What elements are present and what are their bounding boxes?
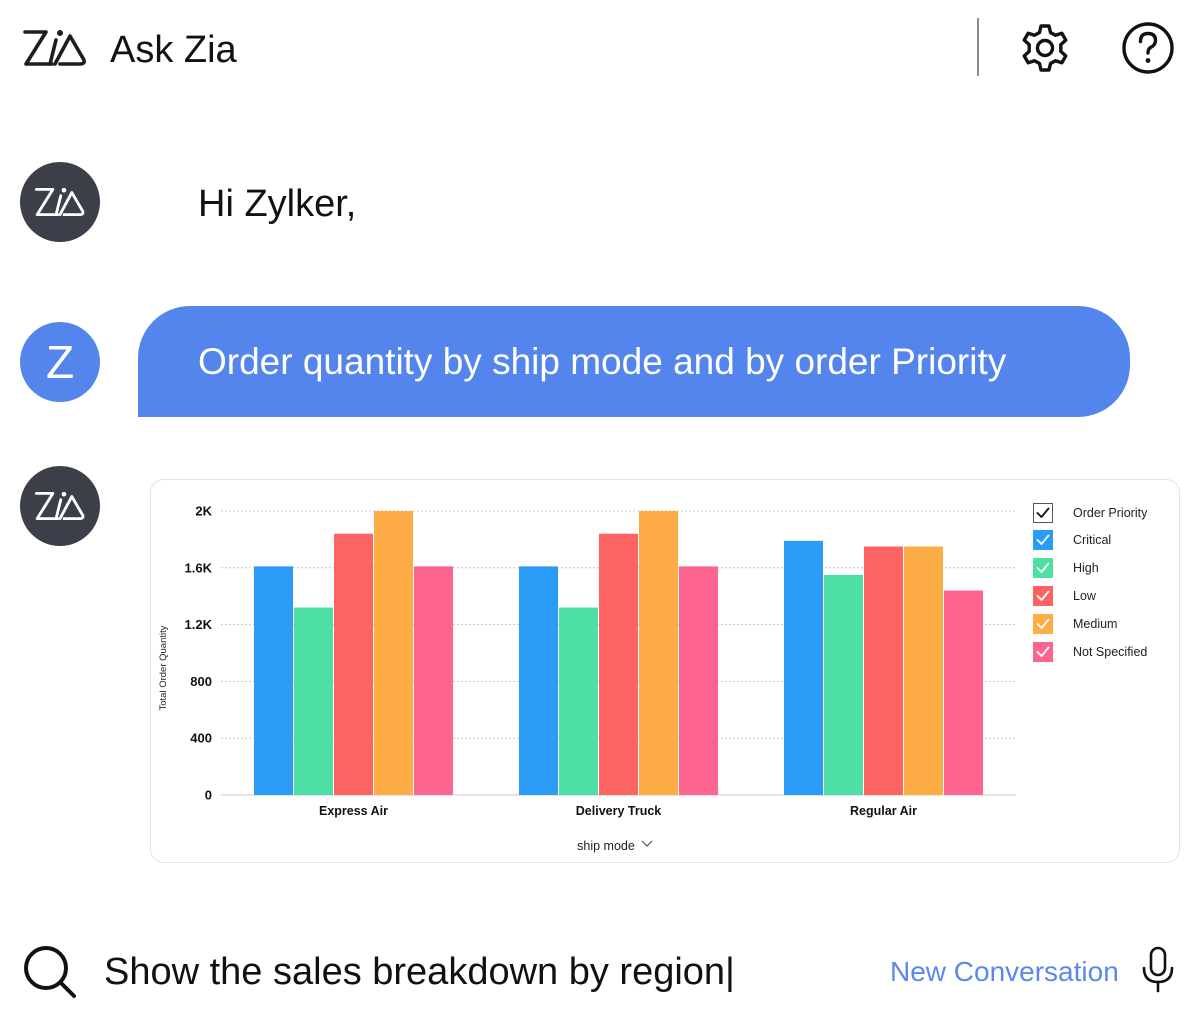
legend-label: High: [1073, 561, 1099, 575]
legend-label: Critical: [1073, 533, 1112, 547]
y-axis-title: Total Order Quantity: [158, 625, 169, 710]
y-tick-label: 800: [190, 674, 212, 689]
bar: [864, 546, 903, 795]
legend-label: Low: [1073, 589, 1096, 603]
bar: [784, 540, 823, 795]
new-conversation-link[interactable]: New Conversation: [890, 952, 1119, 992]
zia-greeting: Hi Zylker,: [198, 183, 357, 225]
y-tick-label: 400: [190, 731, 212, 746]
legend-label: Medium: [1073, 617, 1118, 631]
chart-card: 0 400 800 1.2K 1.6K 2K Total Order Quantity Exp…: [150, 479, 1180, 863]
bar: [414, 566, 453, 795]
legend-item-not-specified[interactable]: Not Specified: [1033, 642, 1147, 662]
bar: [559, 607, 598, 795]
bar: [904, 546, 943, 795]
bar: [679, 566, 718, 795]
x-tick-label: Delivery Truck: [576, 804, 662, 818]
bar: [519, 566, 558, 795]
settings-button[interactable]: [1019, 22, 1071, 74]
checkbox-icon: [1033, 614, 1053, 634]
x-tick-label: Regular Air: [850, 804, 917, 818]
legend-item-critical[interactable]: Critical: [1033, 530, 1111, 550]
x-tick-label: Express Air: [319, 804, 388, 818]
user-avatar: Z: [20, 322, 100, 402]
zia-logo-icon: [34, 491, 85, 521]
bar: [294, 607, 333, 795]
help-icon: [1122, 22, 1174, 74]
checkbox-icon: [1033, 586, 1053, 606]
bar: [639, 511, 678, 795]
bar: [599, 533, 638, 795]
app-title: Ask Zia: [110, 29, 237, 71]
bar: [334, 533, 373, 795]
microphone-icon: [1142, 946, 1174, 993]
help-button[interactable]: [1121, 21, 1175, 75]
legend-item-high[interactable]: High: [1033, 558, 1099, 578]
legend-label: Not Specified: [1073, 645, 1148, 659]
zia-logo-icon: [22, 26, 88, 70]
bar: [944, 590, 983, 795]
header-divider: [977, 18, 979, 76]
search-icon: [22, 944, 78, 1000]
y-tick-label: 2K: [195, 504, 212, 519]
checkbox-icon: [1033, 558, 1053, 578]
checkbox-icon: [1033, 503, 1053, 523]
bar-chart: 0 400 800 1.2K 1.6K 2K Total Order Quantity Exp…: [158, 504, 1016, 853]
y-tick-label: 1.6K: [185, 560, 213, 575]
chevron-down-icon: [641, 840, 653, 847]
bar: [824, 574, 863, 795]
gear-icon: [1022, 24, 1068, 72]
bar: [254, 566, 293, 795]
user-message-bubble: Order quantity by ship mode and by order…: [138, 306, 1130, 417]
bar: [374, 511, 413, 795]
legend-title: Order Priority: [1073, 506, 1148, 520]
zia-avatar: [20, 162, 100, 242]
checkbox-icon: [1033, 530, 1053, 550]
legend-item-medium[interactable]: Medium: [1033, 614, 1117, 634]
y-tick-label: 1.2K: [185, 617, 213, 632]
y-tick-label: 0: [205, 788, 212, 803]
checkbox-icon: [1033, 642, 1053, 662]
legend-item-order-priority[interactable]: Order Priority: [1033, 503, 1147, 523]
zia-logo-icon: [34, 187, 85, 217]
zia-avatar: [20, 466, 100, 546]
x-axis-title: ship mode: [577, 839, 635, 853]
legend-item-low[interactable]: Low: [1033, 586, 1096, 606]
microphone-button[interactable]: [1140, 946, 1176, 994]
query-input[interactable]: [104, 944, 844, 1000]
